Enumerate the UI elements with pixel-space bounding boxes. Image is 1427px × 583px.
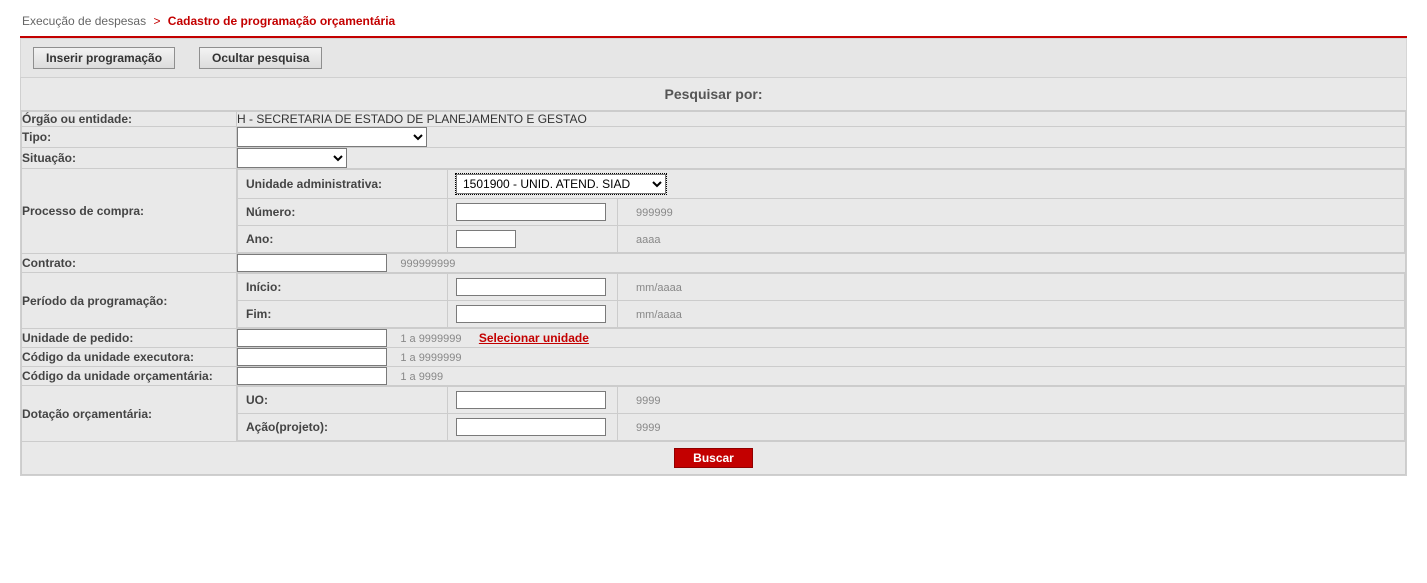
uo-input[interactable] <box>456 391 606 409</box>
search-panel: Pesquisar por: Órgão ou entidade: H - SE… <box>20 77 1407 476</box>
search-form: Órgão ou entidade: H - SECRETARIA DE EST… <box>21 111 1406 475</box>
cod-orcamentaria-label: Código da unidade orçamentária: <box>22 367 237 386</box>
processo-compra-label: Processo de compra: <box>22 169 237 254</box>
cod-orcamentaria-input[interactable] <box>237 367 387 385</box>
acao-label: Ação(projeto): <box>238 414 448 441</box>
unidade-pedido-label: Unidade de pedido: <box>22 329 237 348</box>
fim-input[interactable] <box>456 305 606 323</box>
orgao-label: Órgão ou entidade: <box>22 112 237 127</box>
contrato-label: Contrato: <box>22 254 237 273</box>
ano-hint: aaaa <box>626 234 660 246</box>
hide-search-button[interactable]: Ocultar pesquisa <box>199 47 322 69</box>
contrato-hint: 999999999 <box>390 258 455 270</box>
breadcrumb: Execução de despesas > Cadastro de progr… <box>20 10 1407 36</box>
situacao-select[interactable] <box>237 148 347 168</box>
dotacao-label: Dotação orçamentária: <box>22 386 237 442</box>
panel-title: Pesquisar por: <box>21 78 1406 111</box>
tipo-label: Tipo: <box>22 127 237 148</box>
numero-label: Número: <box>238 199 448 226</box>
numero-hint: 999999 <box>626 207 673 219</box>
numero-input[interactable] <box>456 203 606 221</box>
buscar-button[interactable]: Buscar <box>674 448 753 468</box>
unidade-admin-select[interactable]: 1501900 - UNID. ATEND. SIAD <box>456 174 666 194</box>
periodo-label: Período da programação: <box>22 273 237 329</box>
breadcrumb-current: Cadastro de programação orçamentária <box>168 14 395 28</box>
selecionar-unidade-link[interactable]: Selecionar unidade <box>465 331 589 345</box>
ano-input[interactable] <box>456 230 516 248</box>
tipo-select[interactable] <box>237 127 427 147</box>
acao-hint: 9999 <box>626 422 660 434</box>
breadcrumb-separator: > <box>149 14 164 28</box>
cod-executora-label: Código da unidade executora: <box>22 348 237 367</box>
cod-executora-hint: 1 a 9999999 <box>390 352 461 364</box>
inicio-label: Início: <box>238 274 448 301</box>
uo-label: UO: <box>238 387 448 414</box>
toolbar: Inserir programação Ocultar pesquisa <box>20 38 1407 77</box>
inicio-input[interactable] <box>456 278 606 296</box>
acao-input[interactable] <box>456 418 606 436</box>
cod-executora-input[interactable] <box>237 348 387 366</box>
fim-hint: mm/aaaa <box>626 309 682 321</box>
unidade-pedido-hint: 1 a 9999999 <box>390 333 461 345</box>
uo-hint: 9999 <box>626 395 660 407</box>
situacao-label: Situação: <box>22 148 237 169</box>
orgao-value: H - SECRETARIA DE ESTADO DE PLANEJAMENTO… <box>237 112 1406 127</box>
insert-programacao-button[interactable]: Inserir programação <box>33 47 175 69</box>
breadcrumb-root: Execução de despesas <box>22 14 146 28</box>
unidade-pedido-input[interactable] <box>237 329 387 347</box>
contrato-input[interactable] <box>237 254 387 272</box>
cod-orcamentaria-hint: 1 a 9999 <box>390 371 443 383</box>
unidade-admin-label: Unidade administrativa: <box>238 170 448 199</box>
fim-label: Fim: <box>238 301 448 328</box>
ano-label: Ano: <box>238 226 448 253</box>
inicio-hint: mm/aaaa <box>626 282 682 294</box>
